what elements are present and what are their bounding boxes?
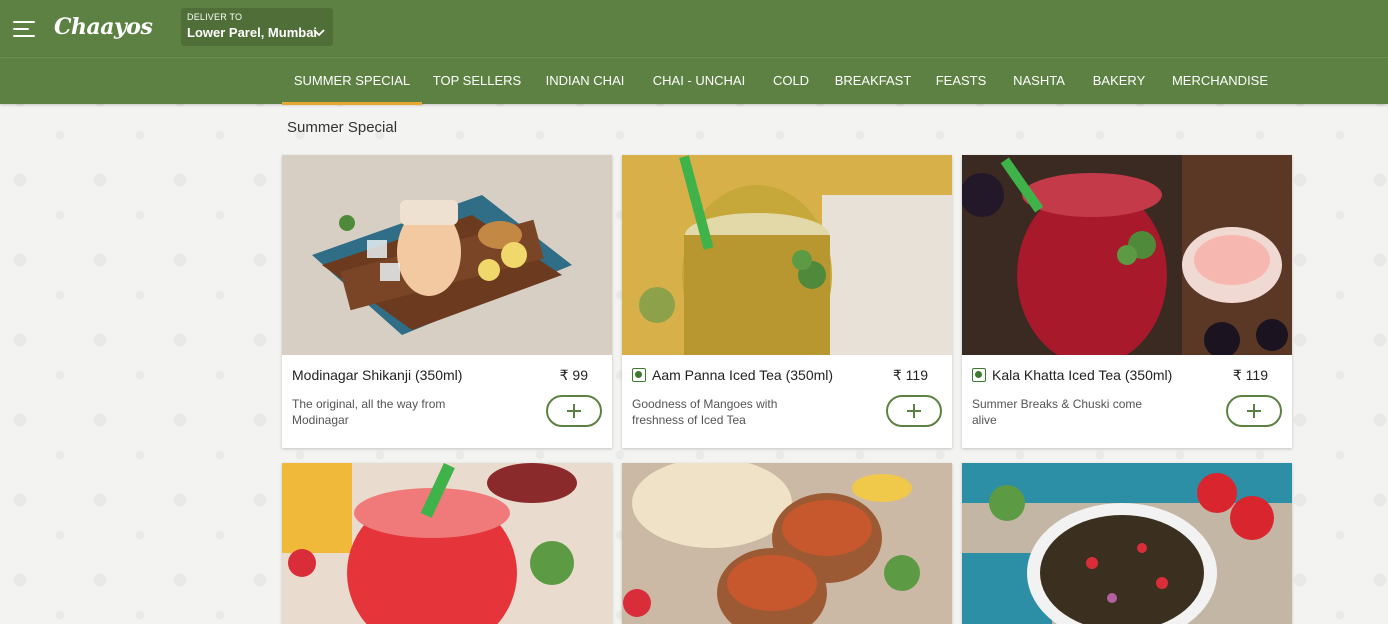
product-card[interactable] xyxy=(282,463,612,624)
veg-icon xyxy=(972,368,986,382)
product-image xyxy=(962,155,1292,355)
veg-icon xyxy=(632,368,646,382)
deliver-location-selector[interactable]: DELIVER TO Lower Parel, Mumbai xyxy=(181,8,333,46)
product-price: ₹ 99 xyxy=(559,367,588,383)
product-image xyxy=(622,463,952,624)
tab-indian-chai[interactable]: INDIAN CHAI xyxy=(542,58,628,105)
add-button[interactable] xyxy=(886,395,942,427)
deliver-label: DELIVER TO xyxy=(187,12,243,22)
tab-feasts[interactable]: FEASTS xyxy=(934,58,988,105)
product-description: Summer Breaks & Chuski come alive xyxy=(972,397,1143,427)
add-button[interactable] xyxy=(546,395,602,427)
product-card[interactable]: Aam Panna Iced Tea (350ml) ₹ 119 Goodnes… xyxy=(622,155,952,448)
product-image xyxy=(282,463,612,624)
product-image xyxy=(962,463,1292,624)
tab-nashta[interactable]: NASHTA xyxy=(1010,58,1068,105)
tab-cold[interactable]: COLD xyxy=(770,58,812,105)
section-title: Summer Special xyxy=(287,119,398,136)
tab-chai-unchai[interactable]: CHAI - UNCHAI xyxy=(650,58,748,105)
top-bar: Chaayos DELIVER TO Lower Parel, Mumbai xyxy=(0,0,1388,57)
product-card[interactable] xyxy=(962,463,1292,624)
tab-summer-special[interactable]: SUMMER SPECIAL xyxy=(282,58,422,105)
delivery-location: Lower Parel, Mumbai xyxy=(187,25,318,40)
chevron-down-icon xyxy=(313,29,325,37)
product-description: The original, all the way from Modinagar xyxy=(292,397,446,427)
product-image xyxy=(282,155,612,355)
product-card[interactable]: Kala Khatta Iced Tea (350ml) ₹ 119 Summe… xyxy=(962,155,1292,448)
product-price: ₹ 119 xyxy=(892,367,928,383)
tab-merchandise[interactable]: MERCHANDISE xyxy=(1170,58,1270,105)
category-nav: SUMMER SPECIAL TOP SELLERS INDIAN CHAI C… xyxy=(0,57,1388,105)
product-card[interactable] xyxy=(622,463,952,624)
tab-bakery[interactable]: BAKERY xyxy=(1090,58,1148,105)
product-card[interactable]: Modinagar Shikanji (350ml) ₹ 99 The orig… xyxy=(282,155,612,448)
tab-top-sellers[interactable]: TOP SELLERS xyxy=(432,58,522,105)
product-name: Aam Panna Iced Tea (350ml) xyxy=(652,367,834,383)
logo[interactable]: Chaayos xyxy=(54,14,153,40)
menu-icon[interactable] xyxy=(13,21,35,37)
product-image xyxy=(622,155,952,355)
product-description: Goodness of Mangoes with freshness of Ic… xyxy=(632,397,778,427)
add-button[interactable] xyxy=(1226,395,1282,427)
product-price: ₹ 119 xyxy=(1232,367,1268,383)
product-name: Modinagar Shikanji (350ml) xyxy=(292,367,463,383)
product-name: Kala Khatta Iced Tea (350ml) xyxy=(992,367,1173,383)
tab-breakfast[interactable]: BREAKFAST xyxy=(834,58,912,105)
